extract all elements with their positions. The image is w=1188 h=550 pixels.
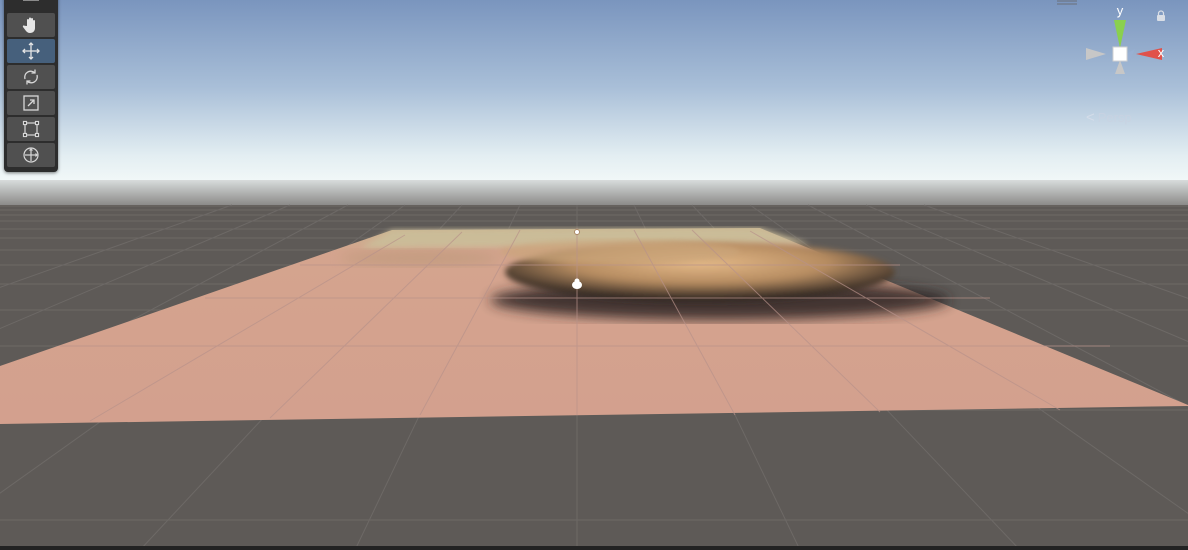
- pivot-dot[interactable]: [574, 229, 580, 235]
- gizmo-neg-x-cone[interactable]: [1086, 48, 1106, 60]
- rotate-tool-button[interactable]: [7, 65, 55, 89]
- scale-tool-button[interactable]: [7, 91, 55, 115]
- toolbar-grip[interactable]: [23, 0, 39, 1]
- menu-icon[interactable]: [1057, 0, 1077, 6]
- gizmo-y-cone[interactable]: [1114, 20, 1126, 48]
- scale-icon: [23, 95, 39, 111]
- viewport-bottom-border: [0, 546, 1188, 550]
- rect-tool-button[interactable]: [7, 117, 55, 141]
- projection-label: Persp: [1097, 109, 1132, 125]
- gizmo-neg-y-cone[interactable]: [1115, 60, 1125, 74]
- move-icon: [22, 42, 40, 60]
- sky: [0, 0, 1188, 195]
- orientation-gizmo[interactable]: y x: [1080, 4, 1164, 94]
- transform-icon: [23, 147, 39, 163]
- projection-toggle[interactable]: < Persp: [1086, 108, 1132, 126]
- rect-transform-icon: [22, 120, 40, 138]
- gizmo-center-cube[interactable]: [1112, 46, 1128, 62]
- gizmo-y-label: y: [1117, 4, 1124, 18]
- gizmo-x-label: x: [1158, 45, 1164, 60]
- rotate-icon: [24, 69, 38, 85]
- tools-toolbar: [4, 0, 58, 172]
- chevron-left-icon: <: [1086, 108, 1095, 126]
- hand-tool-button[interactable]: [7, 13, 55, 37]
- hand-icon: [22, 17, 35, 33]
- move-tool-button[interactable]: [7, 39, 55, 63]
- scene-viewport[interactable]: [0, 0, 1188, 550]
- transform-tool-button[interactable]: [7, 143, 55, 167]
